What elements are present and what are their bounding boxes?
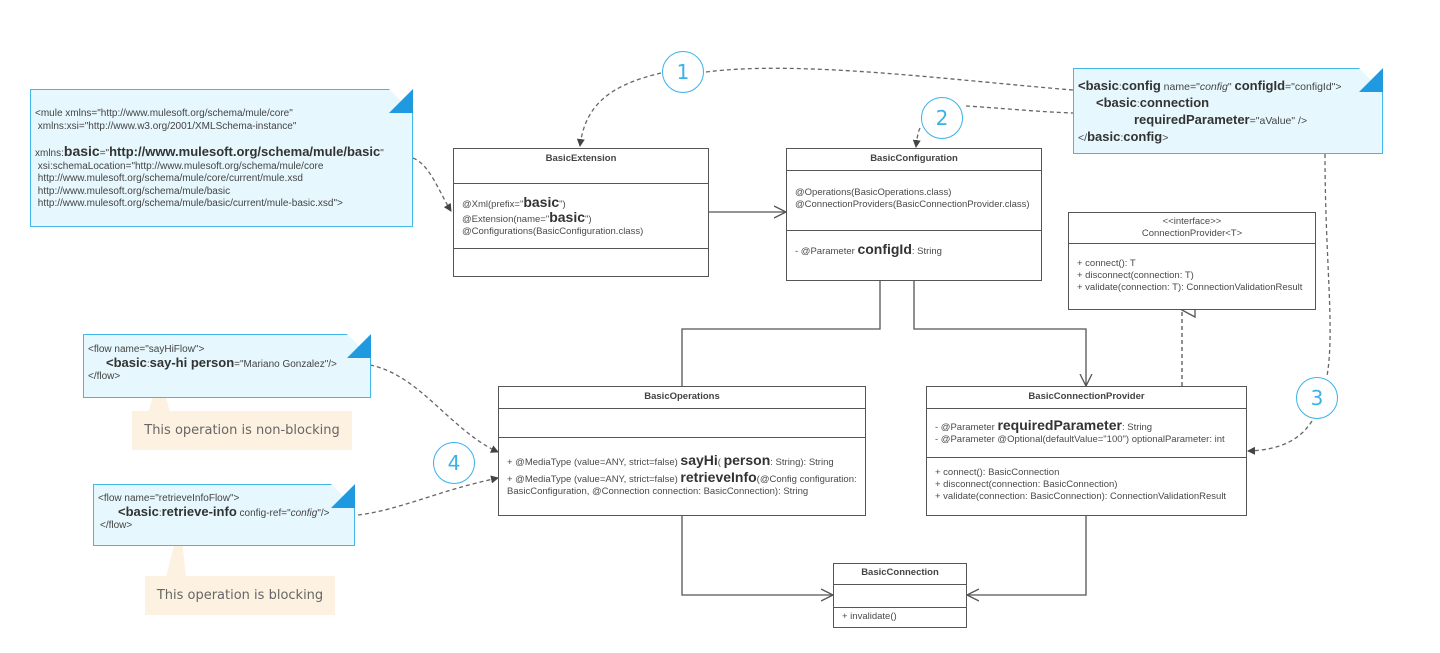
configuration-to-provider-arrow <box>913 280 1086 386</box>
interface-connection-provider: <<interface>> ConnectionProvider<T> + co… <box>1068 212 1316 310</box>
namespace-note: <mule xmlns="http://www.mulesoft.org/sch… <box>30 89 413 227</box>
retrieve-note-to-operations-link <box>357 475 499 516</box>
badge2-to-configuration-link <box>912 127 921 148</box>
note-fold-icon <box>389 89 413 113</box>
class-name: BasicConfiguration <box>870 153 958 164</box>
class-methods: + invalidate() <box>834 607 966 627</box>
class-fields: - @Parameter requiredParameter: String -… <box>927 408 1246 457</box>
sayhi-flow-note: <flow name="sayHiFlow"> <basic:say-hi pe… <box>83 334 371 398</box>
class-fields <box>499 408 865 437</box>
class-fields: - @Parameter configId: String <box>787 230 1041 280</box>
badge2-to-config-note-link <box>965 105 1074 114</box>
config-note-to-badge3-link <box>1324 153 1331 377</box>
interface-methods: + connect(): T + disconnect(connection: … <box>1069 243 1315 309</box>
class-basic-connection: BasicConnection + invalidate() <box>833 563 967 628</box>
class-name: BasicConnectionProvider <box>1028 391 1145 402</box>
provider-to-connection-arrow <box>967 515 1087 595</box>
step-badge-4: 4 <box>433 442 475 484</box>
note-fold-icon <box>1359 68 1383 92</box>
config-note: <basic:config name="config" configId="co… <box>1073 68 1383 154</box>
class-annotations: @Xml(prefix="basic") @Extension(name="ba… <box>454 183 708 248</box>
class-fields <box>834 584 966 607</box>
class-methods <box>454 248 708 276</box>
note-fold-icon <box>347 334 371 358</box>
namespace-to-extension-link <box>412 157 452 212</box>
class-methods: + connect(): BasicConnection + disconnec… <box>927 457 1246 515</box>
class-basic-extension: BasicExtension @Xml(prefix="basic") @Ext… <box>453 148 709 277</box>
interface-header: <<interface>> ConnectionProvider<T> <box>1141 216 1243 239</box>
class-name: BasicConnection <box>861 567 939 578</box>
retrieve-flow-note: <flow name="retrieveInfoFlow"> <basic:re… <box>93 484 355 546</box>
class-methods: + @MediaType (value=ANY, strict=false) s… <box>499 437 865 515</box>
class-name: BasicOperations <box>644 391 720 402</box>
class-annotations: @Operations(BasicOperations.class) @Conn… <box>787 170 1041 230</box>
sayhi-note-to-operations-link <box>369 364 499 453</box>
step-badge-2: 2 <box>921 97 963 139</box>
class-basic-connection-provider: BasicConnectionProvider - @Parameter req… <box>926 386 1247 516</box>
step-badge-1: 1 <box>662 51 704 93</box>
class-name: BasicExtension <box>545 153 617 164</box>
badge3-to-provider-link <box>1247 420 1313 455</box>
configuration-to-operations-line <box>681 280 881 388</box>
note-fold-icon <box>331 484 355 508</box>
operations-to-connection-arrow <box>681 515 833 595</box>
blocking-callout: This operation is blocking <box>145 576 335 615</box>
badge1-to-extension-link <box>576 72 662 147</box>
step-badge-3: 3 <box>1296 377 1338 419</box>
badge1-to-config-note-link <box>705 67 1074 91</box>
class-basic-configuration: BasicConfiguration @Operations(BasicOper… <box>786 148 1042 281</box>
non-blocking-callout: This operation is non-blocking <box>132 411 352 450</box>
class-basic-operations: BasicOperations + @MediaType (value=ANY,… <box>498 386 866 516</box>
